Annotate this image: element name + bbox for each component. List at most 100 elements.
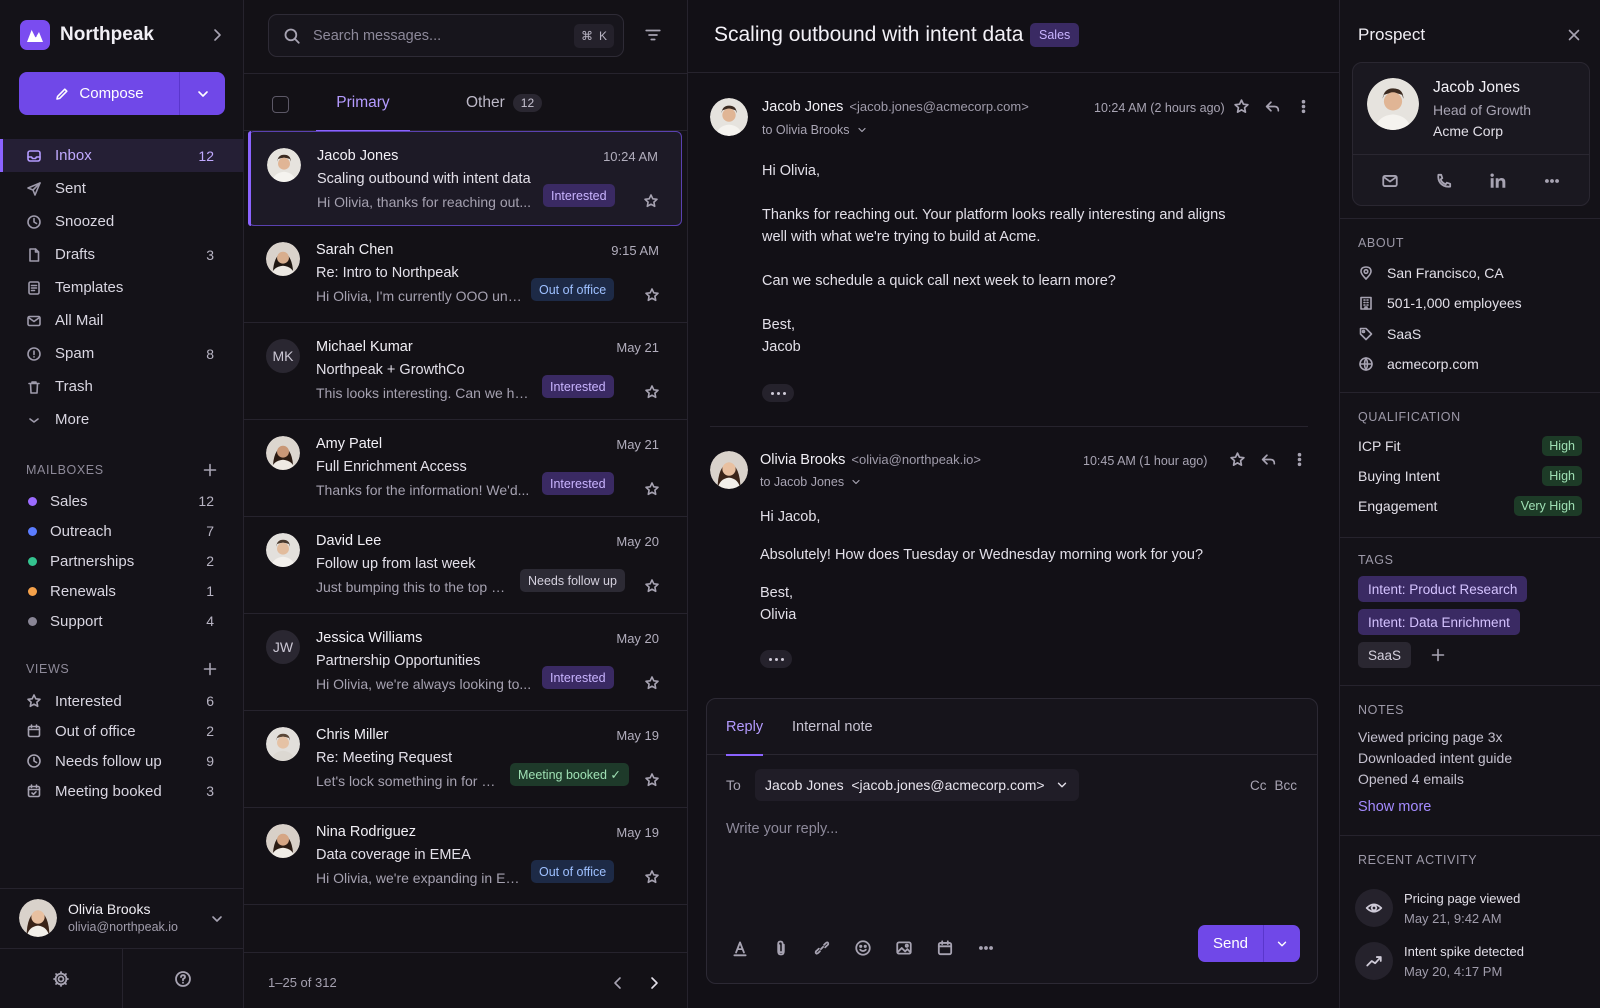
calendar-icon[interactable] [936, 939, 954, 957]
star-icon[interactable] [1233, 98, 1250, 115]
text-format-icon[interactable] [731, 939, 749, 957]
show-more-link[interactable]: Show more [1358, 799, 1431, 815]
star-icon[interactable] [1229, 451, 1246, 468]
star-icon[interactable] [643, 193, 659, 209]
plus-icon[interactable] [202, 661, 218, 677]
star-icon[interactable] [644, 287, 660, 303]
tab-internal-note[interactable]: Internal note [792, 699, 873, 755]
tag-chip[interactable]: Intent: Product Research [1358, 576, 1528, 602]
nav-item-snoozed[interactable]: Snoozed [0, 205, 244, 238]
show-trimmed-button[interactable] [760, 650, 792, 668]
star-icon[interactable] [644, 481, 660, 497]
nav-item-more[interactable]: More [0, 403, 244, 436]
help-button[interactable] [123, 949, 245, 1008]
mailbox-item-partnerships[interactable]: Partnerships 2 [0, 546, 244, 576]
search-bar[interactable]: Search messages... ⌘ K [268, 14, 624, 57]
paperclip-icon[interactable] [772, 939, 790, 957]
nav-item-all-mail[interactable]: All Mail [0, 304, 244, 337]
message-row[interactable]: Nina Rodriguez May 19 Data coverage in E… [244, 808, 688, 905]
tab-reply[interactable]: Reply [726, 699, 764, 756]
message-row[interactable]: JW Jessica Williams May 20 Partnership O… [244, 614, 688, 711]
select-all-checkbox[interactable] [272, 96, 289, 113]
cc-button[interactable]: Cc [1250, 778, 1267, 793]
plus-icon[interactable] [1430, 647, 1446, 663]
reply-icon[interactable] [1260, 451, 1277, 468]
nav-label: All Mail [55, 312, 104, 329]
compose-button-group: Compose [19, 72, 225, 115]
nav-item-sent[interactable]: Sent [0, 172, 244, 205]
message-row[interactable]: Sarah Chen 9:15 AM Re: Intro to Northpea… [244, 226, 688, 323]
more-vertical-icon[interactable] [1295, 98, 1312, 115]
chevron-right-icon[interactable] [646, 975, 662, 991]
emoji-icon[interactable] [854, 939, 872, 957]
nav-item-drafts[interactable]: Drafts 3 [0, 238, 244, 271]
message-recipient[interactable]: to Olivia Brooks [762, 123, 868, 137]
nav-item-spam[interactable]: Spam 8 [0, 337, 244, 370]
reply-input[interactable]: Write your reply... [726, 821, 838, 837]
alert-icon [27, 346, 41, 361]
mailbox-item-outreach[interactable]: Outreach 7 [0, 516, 244, 546]
send-options-button[interactable] [1264, 925, 1300, 962]
bcc-button[interactable]: Bcc [1274, 778, 1297, 793]
message-row[interactable]: Amy Patel May 21 Full Enrichment Access … [244, 420, 688, 517]
nav-item-trash[interactable]: Trash [0, 370, 244, 403]
view-item-meeting-booked[interactable]: Meeting booked 3 [0, 776, 244, 806]
tag-chip[interactable]: SaaS [1358, 642, 1412, 668]
mailbox-count: 12 [198, 493, 214, 509]
mailbox-item-renewals[interactable]: Renewals 1 [0, 576, 244, 606]
star-icon[interactable] [644, 772, 660, 788]
phone-icon[interactable] [1435, 172, 1453, 190]
view-item-needs-follow-up[interactable]: Needs follow up 9 [0, 746, 244, 776]
tag-chip[interactable]: Intent: Data Enrichment [1358, 609, 1520, 635]
message-row[interactable]: MK Michael Kumar May 21 Northpeak + Grow… [244, 323, 688, 420]
thread-tag[interactable]: Sales [1030, 23, 1080, 47]
mail-icon[interactable] [1381, 172, 1399, 190]
recipient-select[interactable]: Jacob Jones <jacob.jones@acmecorp.com> [755, 769, 1079, 801]
nav-item-inbox[interactable]: Inbox 12 [0, 139, 244, 172]
message-row[interactable]: Jacob Jones 10:24 AM Scaling outbound wi… [248, 131, 682, 226]
reply-icon[interactable] [1264, 98, 1281, 115]
qualification-row: Buying Intent High [1358, 466, 1582, 486]
plus-icon[interactable] [202, 462, 218, 478]
brand[interactable]: Northpeak [20, 20, 154, 50]
star-icon[interactable] [644, 384, 660, 400]
message-row[interactable]: Chris Miller May 19 Re: Meeting Request … [244, 711, 688, 808]
nav-item-templates[interactable]: Templates [0, 271, 244, 304]
message-recipient[interactable]: to Jacob Jones [760, 475, 862, 489]
settings-button[interactable] [0, 949, 123, 1008]
chevron-right-icon[interactable] [209, 27, 225, 43]
mailbox-item-sales[interactable]: Sales 12 [0, 486, 244, 516]
message-row[interactable]: David Lee May 20 Follow up from last wee… [244, 517, 688, 614]
tab-primary[interactable]: Primary [316, 74, 410, 132]
message-time: 10:24 AM (2 hours ago) [1094, 101, 1225, 115]
about-title: ABOUT [1358, 236, 1405, 250]
more-horizontal-icon[interactable] [1543, 172, 1561, 190]
star-icon[interactable] [644, 675, 660, 691]
linkedin-icon[interactable] [1489, 172, 1507, 190]
image-icon[interactable] [895, 939, 913, 957]
view-item-out-of-office[interactable]: Out of office 2 [0, 716, 244, 746]
user-email: olivia@northpeak.io [68, 920, 178, 934]
star-icon[interactable] [644, 578, 660, 594]
filter-icon[interactable] [644, 26, 662, 44]
activity-date: May 21, 9:42 AM [1404, 911, 1502, 926]
compose-dropdown-button[interactable] [180, 72, 225, 115]
about-text[interactable]: acmecorp.com [1387, 356, 1479, 372]
current-user[interactable]: Olivia Brooks olivia@northpeak.io [0, 888, 244, 948]
chevron-left-icon[interactable] [610, 975, 626, 991]
close-icon[interactable] [1566, 27, 1582, 43]
prospect-company: Acme Corp [1433, 123, 1504, 139]
search-input[interactable]: Search messages... [313, 28, 441, 44]
message-time: May 19 [616, 825, 659, 840]
tab-other[interactable]: Other 12 [466, 74, 543, 131]
compose-button[interactable]: Compose [19, 72, 179, 115]
show-trimmed-button[interactable] [762, 384, 794, 402]
mailbox-item-support[interactable]: Support 4 [0, 606, 244, 636]
more-horizontal-icon[interactable] [977, 939, 995, 957]
link-icon[interactable] [813, 939, 831, 957]
send-button[interactable]: Send [1198, 925, 1263, 962]
chevron-down-icon[interactable] [209, 911, 225, 927]
star-icon[interactable] [644, 869, 660, 885]
more-vertical-icon[interactable] [1291, 451, 1308, 468]
view-item-interested[interactable]: Interested 6 [0, 686, 244, 716]
